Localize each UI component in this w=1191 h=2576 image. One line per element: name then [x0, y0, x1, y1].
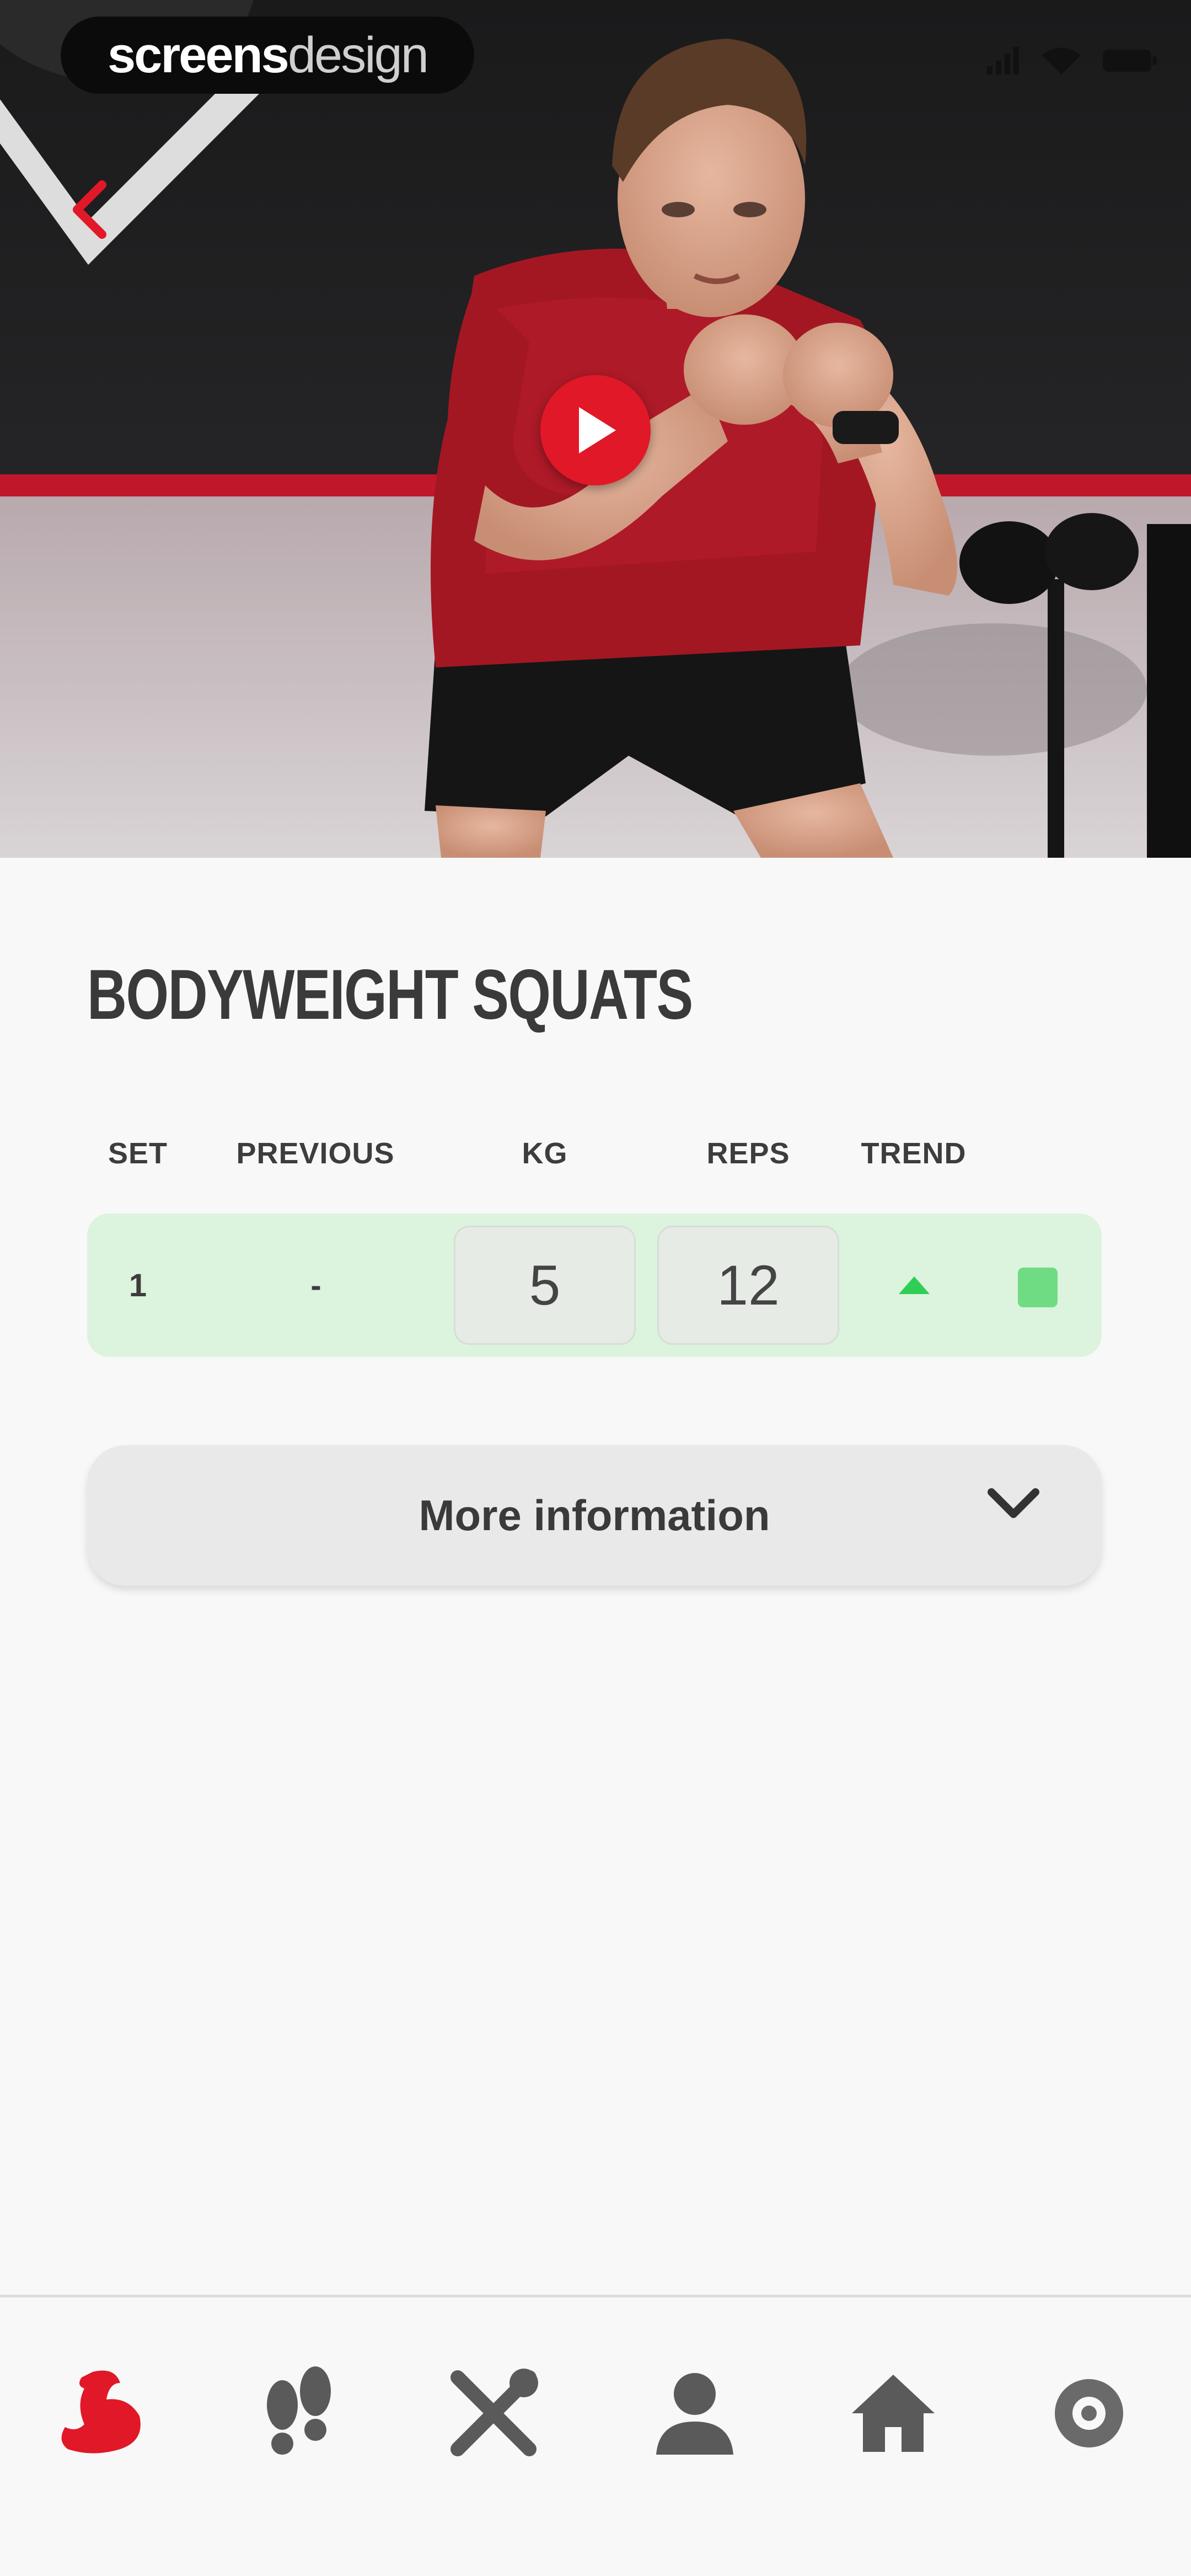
workout-icon — [61, 2370, 141, 2454]
chevron-left-icon — [73, 180, 106, 239]
nav-profile[interactable] — [629, 2347, 761, 2479]
nav-workout[interactable] — [35, 2347, 167, 2479]
nav-steps[interactable] — [233, 2347, 365, 2479]
nav-nutrition[interactable] — [427, 2347, 560, 2479]
wifi-icon — [1042, 47, 1081, 74]
profile-icon — [656, 2373, 733, 2455]
header-kg: KG — [522, 1137, 568, 1170]
chevron-down-icon — [988, 1488, 1039, 1518]
settings-icon — [1055, 2379, 1123, 2447]
more-information-label: More information — [419, 1491, 770, 1540]
brand-watermark: screens design — [61, 17, 474, 94]
play-button[interactable] — [540, 375, 651, 485]
brand-bold-text: screens — [108, 26, 289, 83]
set-number: 1 — [110, 1214, 165, 1357]
previous-value-text: - — [310, 1267, 321, 1303]
exercise-title: BODYWEIGHT SQUATS — [87, 955, 693, 1034]
battery-icon — [1103, 50, 1157, 72]
nutrition-icon — [450, 2369, 538, 2456]
trend-indicator — [881, 1214, 947, 1357]
header-set: SET — [108, 1137, 168, 1170]
signal-icon — [987, 47, 1019, 74]
table-row: 1 - 5 12 — [87, 1214, 1102, 1357]
header-trend: TREND — [861, 1137, 967, 1170]
status-bar — [987, 47, 1158, 74]
kg-input[interactable]: 5 — [454, 1226, 636, 1345]
nav-home[interactable] — [827, 2347, 959, 2479]
header-previous: PREVIOUS — [236, 1137, 395, 1170]
trend-up-icon — [899, 1276, 930, 1294]
brand-light-text: design — [287, 26, 429, 83]
set-number-text: 1 — [128, 1267, 147, 1303]
back-button[interactable] — [61, 177, 116, 243]
more-information-button[interactable]: More information — [87, 1445, 1102, 1586]
video-preview[interactable]: screens design — [0, 0, 1191, 858]
set-complete-checkbox[interactable] — [1018, 1268, 1058, 1307]
exercise-panel: BODYWEIGHT SQUATS SET PREVIOUS KG REPS T… — [0, 858, 1191, 2295]
set-table-header: SET PREVIOUS KG REPS TREND — [0, 1136, 1191, 1186]
nav-settings[interactable] — [1023, 2347, 1155, 2479]
header-reps: REPS — [706, 1137, 790, 1170]
bottom-navigation — [0, 2295, 1191, 2576]
previous-value: - — [264, 1214, 368, 1357]
home-icon — [852, 2375, 935, 2452]
reps-input[interactable]: 12 — [657, 1226, 839, 1345]
play-icon — [579, 407, 616, 453]
steps-icon — [267, 2366, 331, 2455]
